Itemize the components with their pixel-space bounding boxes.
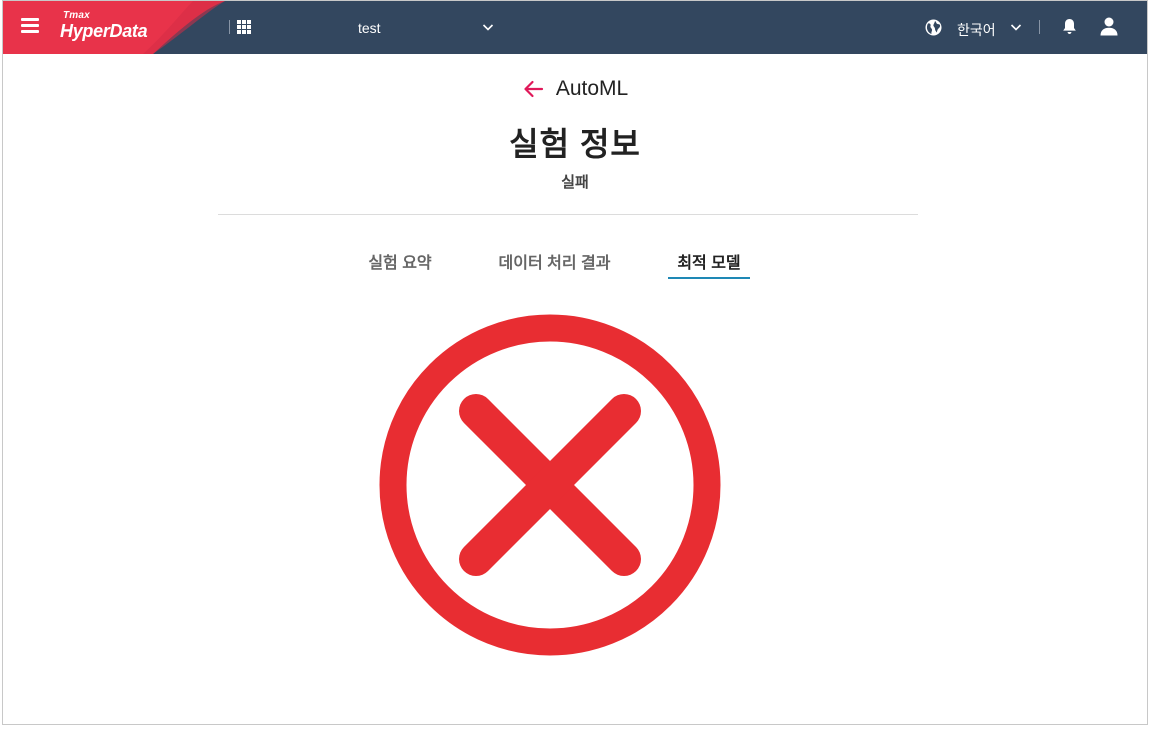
logo-hyperdata: HyperData <box>60 21 148 41</box>
top-navigation-bar: Tmax HyperData test 한국어 <box>3 1 1147 54</box>
project-select-value: test <box>358 20 381 36</box>
divider <box>218 214 918 215</box>
brand-area: Tmax HyperData <box>3 1 228 54</box>
chevron-down-icon <box>1010 24 1022 31</box>
language-select-value: 한국어 <box>957 22 996 38</box>
logo-tmax: Tmax <box>63 10 90 21</box>
breadcrumb: AutoML <box>3 77 1147 107</box>
language-select[interactable]: 한국어 <box>925 15 1025 41</box>
fail-x-circle-icon <box>379 314 721 656</box>
bell-icon[interactable] <box>1062 18 1077 35</box>
menu-icon[interactable] <box>21 18 39 34</box>
globe-icon <box>925 19 942 36</box>
project-select[interactable]: test <box>358 15 498 41</box>
experiment-status: 실패 <box>561 174 589 191</box>
back-arrow-icon[interactable] <box>522 78 544 100</box>
separator <box>1039 20 1040 34</box>
apps-grid-icon[interactable] <box>237 20 251 34</box>
tab-data-processing-result[interactable]: 데이터 처리 결과 <box>487 249 622 273</box>
active-tab-indicator <box>668 277 750 279</box>
separator <box>229 20 230 34</box>
app-window: Tmax HyperData test 한국어 AutoML 실험 정보 실패 … <box>2 0 1148 725</box>
breadcrumb-label[interactable]: AutoML <box>556 77 628 101</box>
chevron-down-icon <box>482 24 494 31</box>
tab-best-model[interactable]: 최적 모델 <box>668 249 750 273</box>
user-icon[interactable] <box>1100 17 1118 36</box>
page-title: 실험 정보 <box>509 126 641 162</box>
tab-experiment-summary[interactable]: 실험 요약 <box>355 249 445 273</box>
